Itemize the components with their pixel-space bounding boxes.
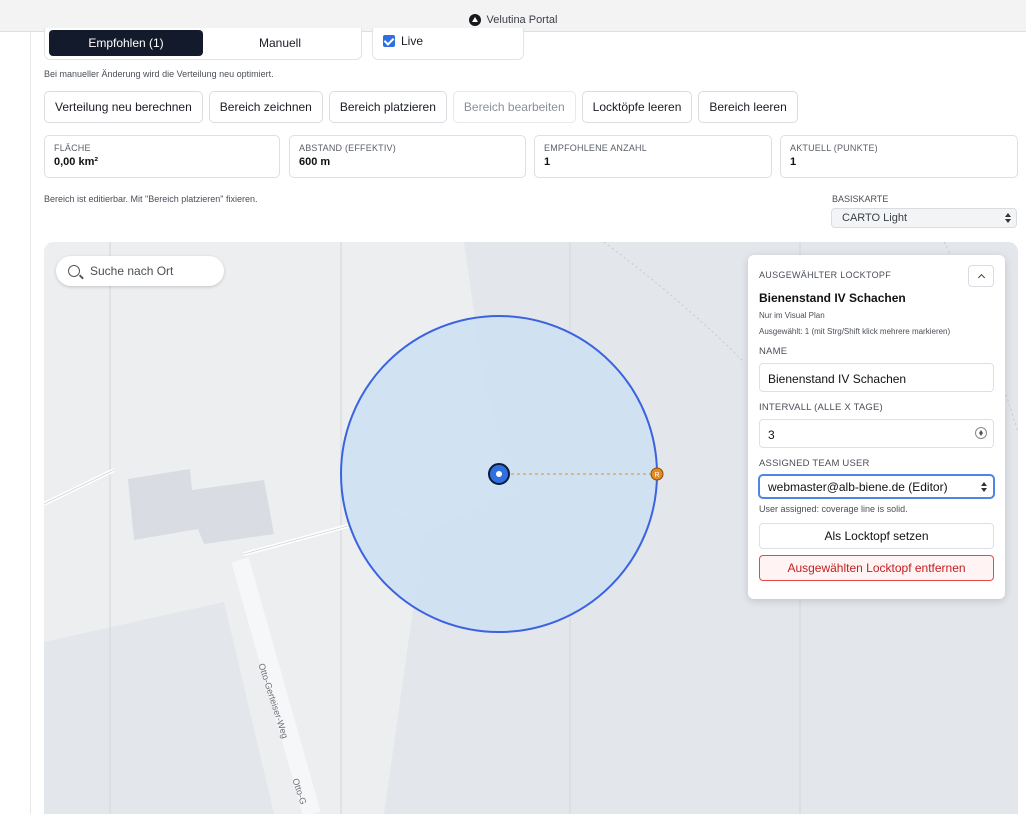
stat-recommended-label: EMPFOHLENE ANZAHL	[544, 143, 647, 153]
toolbar: Verteilung neu berechnen Bereich zeichne…	[44, 91, 798, 123]
search-input[interactable]	[90, 264, 200, 278]
basemap-selected-value: CARTO Light	[842, 212, 908, 224]
draw-area-button[interactable]: Bereich zeichnen	[208, 91, 323, 123]
stat-distance: ABSTAND (EFFEKTIV) 600 m	[289, 135, 526, 178]
assigned-user-label: ASSIGNED TEAM USER	[759, 458, 870, 469]
collapse-panel-button[interactable]	[968, 265, 994, 287]
stat-area-label: FLÄCHE	[54, 143, 91, 153]
interval-label: INTERVALL (ALLE X TAGE)	[759, 402, 883, 413]
search-icon	[68, 265, 80, 277]
assigned-note: User assigned: coverage line is solid.	[759, 504, 908, 514]
tab-recommended[interactable]: Empfohlen (1)	[49, 30, 203, 56]
manual-change-hint: Bei manueller Änderung wird die Verteilu…	[44, 69, 274, 79]
app-logo-icon	[468, 14, 481, 26]
trap-subtitle: Nur im Visual Plan	[759, 311, 825, 320]
editable-hint: Bereich ist editierbar. Mit "Bereich pla…	[44, 194, 258, 204]
sidebar-divider	[30, 32, 31, 814]
live-toggle[interactable]: Live	[372, 28, 524, 60]
assigned-user-select[interactable]: webmaster@alb-biene.de (Editor)	[758, 474, 995, 499]
stat-area: FLÄCHE 0,00 km²	[44, 135, 280, 178]
interval-stepper[interactable]: 3	[759, 419, 994, 448]
stat-current-label: AKTUELL (PUNKTE)	[790, 143, 878, 153]
clear-traps-button[interactable]: Locktöpfe leeren	[581, 91, 693, 123]
chevron-up-icon	[977, 273, 986, 282]
trap-title: Bienenstand IV Schachen	[759, 291, 906, 305]
edit-area-button[interactable]: Bereich bearbeiten	[452, 91, 576, 123]
basemap-label: BASISKARTE	[832, 194, 889, 204]
stat-area-value: 0,00 km²	[54, 156, 99, 168]
stat-distance-label: ABSTAND (EFFEKTIV)	[299, 143, 396, 153]
select-arrows-icon	[981, 482, 987, 492]
map-search	[56, 256, 224, 286]
window-title-text: Velutina Portal	[486, 14, 558, 26]
stepper-icon[interactable]	[975, 427, 987, 439]
radius-handle-label: R	[654, 472, 659, 479]
remove-trap-button[interactable]: Ausgewählten Locktopf entfernen	[759, 555, 994, 581]
live-checkbox[interactable]	[383, 35, 395, 47]
stat-recommended-count: EMPFOHLENE ANZAHL 1	[534, 135, 772, 178]
select-arrows-icon	[1005, 213, 1011, 223]
stat-current-value: 1	[790, 156, 797, 168]
stat-distance-value: 600 m	[299, 156, 331, 168]
assigned-user-value: webmaster@alb-biene.de (Editor)	[768, 480, 948, 494]
selection-hint: Ausgewählt: 1 (mit Strg/Shift klick mehr…	[759, 327, 951, 336]
name-field[interactable]: Bienenstand IV Schachen	[759, 363, 994, 392]
stat-current-points: AKTUELL (PUNKTE) 1	[780, 135, 1018, 178]
selected-trap-panel: AUSGEWÄHLTER LOCKTOPF Bienenstand IV Sch…	[748, 255, 1005, 599]
tab-manual[interactable]: Manuell	[205, 30, 355, 56]
recalculate-distribution-button[interactable]: Verteilung neu berechnen	[44, 91, 203, 123]
basemap-select[interactable]: CARTO Light	[831, 208, 1017, 228]
name-label: NAME	[759, 346, 788, 357]
panel-header: AUSGEWÄHLTER LOCKTOPF	[759, 270, 891, 280]
stat-recommended-value: 1	[544, 156, 551, 168]
window-title: Velutina Portal	[0, 14, 1026, 26]
clear-area-button[interactable]: Bereich leeren	[698, 91, 798, 123]
interval-value: 3	[768, 428, 775, 442]
place-area-button[interactable]: Bereich platzieren	[328, 91, 447, 123]
set-as-trap-button[interactable]: Als Locktopf setzen	[759, 523, 994, 549]
live-label: Live	[401, 34, 424, 48]
mode-toggle: Empfohlen (1) Manuell	[44, 28, 362, 60]
